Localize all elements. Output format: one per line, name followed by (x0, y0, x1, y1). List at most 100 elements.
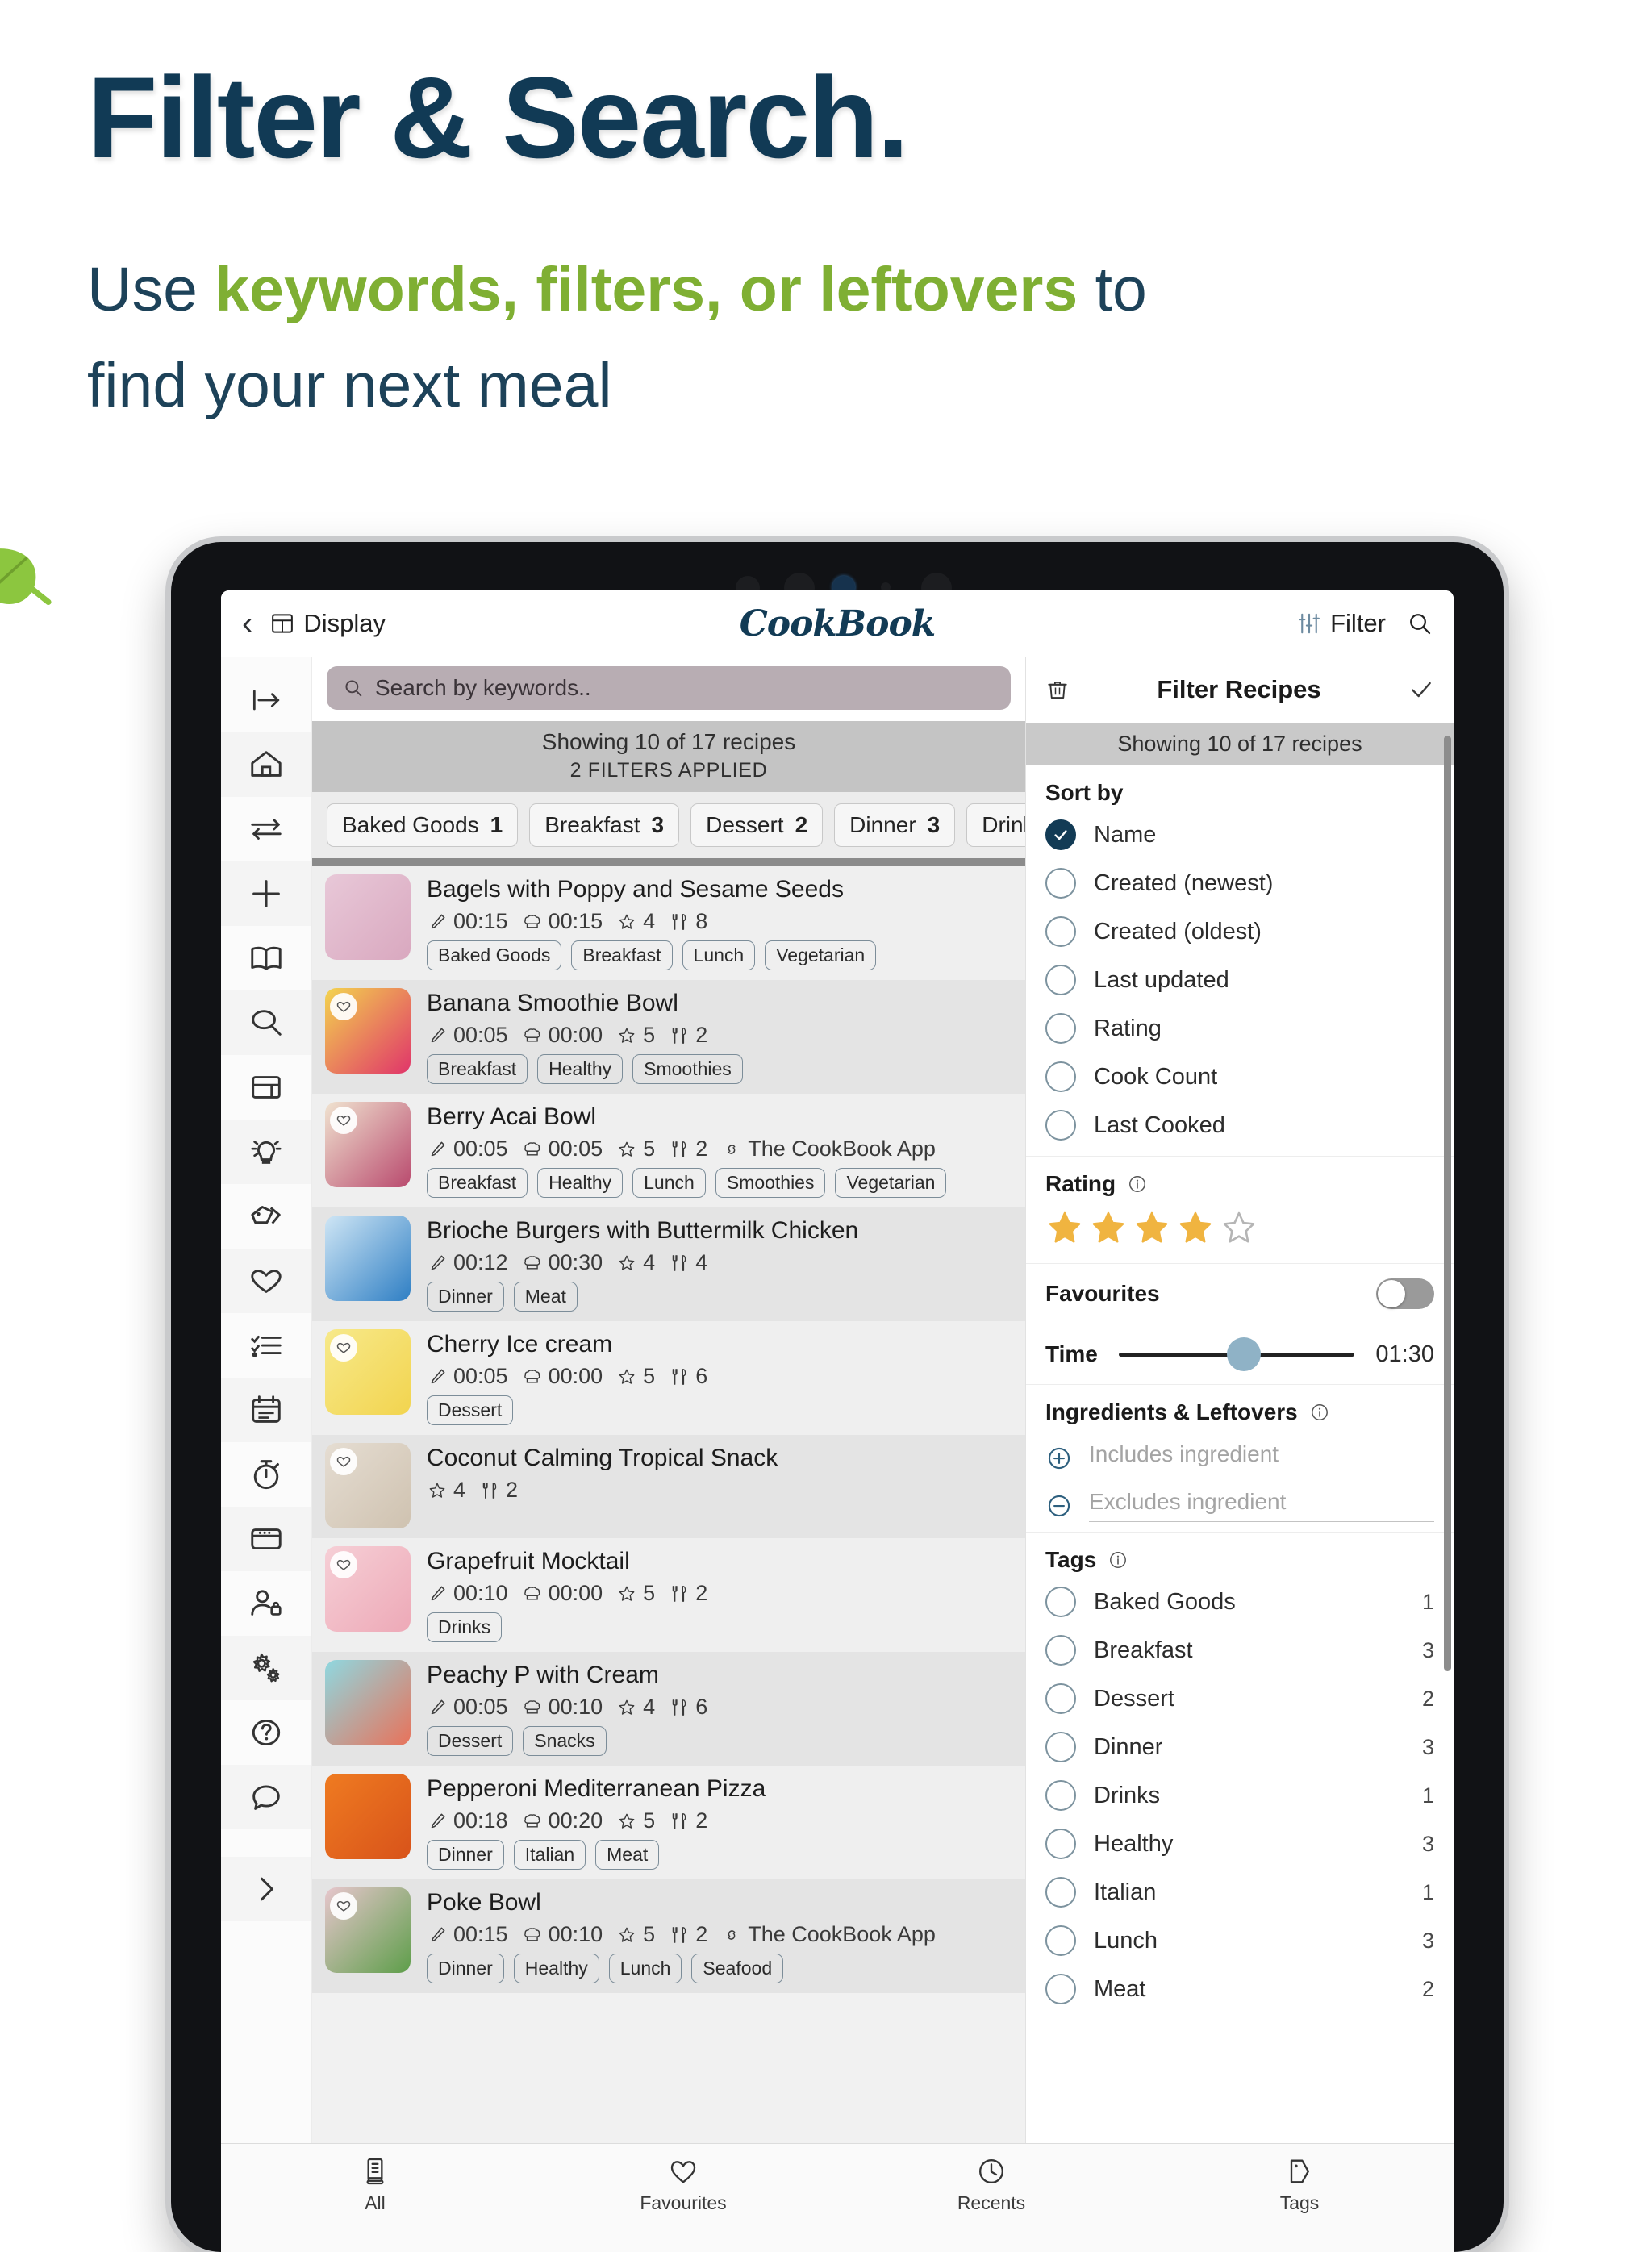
tag-radio[interactable] (1045, 1877, 1076, 1908)
tag-radio[interactable] (1045, 1732, 1076, 1762)
sidebar-item-search[interactable] (221, 990, 311, 1055)
sort-radio[interactable] (1045, 819, 1076, 850)
star-filled-icon[interactable] (1176, 1208, 1215, 1247)
sidebar-item-feedback[interactable] (221, 1765, 311, 1829)
recipe-tag[interactable]: Breakfast (427, 1054, 528, 1084)
trash-icon[interactable] (1045, 678, 1070, 702)
tag-filter-option[interactable]: Lunch 3 (1045, 1916, 1434, 1965)
tag-filter-option[interactable]: Breakfast 3 (1045, 1626, 1434, 1674)
sidebar-item-settings[interactable] (221, 1636, 311, 1700)
slider-knob[interactable] (1227, 1337, 1262, 1371)
star-outline-icon[interactable] (1220, 1208, 1258, 1247)
tag-filter-list[interactable]: Baked Goods 1 Breakfast 3 Dessert 2 Dinner 3 Dri… (1045, 1578, 1434, 2013)
recipe-tag[interactable]: Breakfast (571, 940, 673, 970)
sort-option[interactable]: Created (newest) (1045, 859, 1434, 907)
sidebar-item-timers[interactable] (221, 1442, 311, 1507)
tag-chip[interactable]: Dessert 2 (690, 803, 824, 847)
sort-radio[interactable] (1045, 916, 1076, 947)
recipe-tag[interactable]: Dinner (427, 1282, 504, 1312)
tag-radio[interactable] (1045, 1974, 1076, 2004)
recipe-row[interactable]: Poke Bowl 00:15 00:10 5 2 The CookBook App Din… (312, 1879, 1025, 1993)
tag-chip[interactable]: Dinner 3 (834, 803, 956, 847)
search-icon[interactable] (1407, 611, 1433, 636)
sidebar-item-collapse[interactable] (221, 668, 311, 732)
star-filled-icon[interactable] (1045, 1208, 1084, 1247)
sort-radio[interactable] (1045, 965, 1076, 995)
favourite-badge[interactable] (330, 1107, 357, 1134)
recipe-list[interactable]: Bagels with Poppy and Sesame Seeds 00:15 0… (312, 866, 1025, 2143)
recipe-tag[interactable]: Vegetarian (765, 940, 877, 970)
sort-option[interactable]: Name (1045, 811, 1434, 859)
display-button[interactable]: Display (270, 609, 386, 638)
sidebar-item-shopping-list[interactable] (221, 1313, 311, 1378)
recipe-tag[interactable]: Dinner (427, 1954, 504, 1983)
tag-chip[interactable]: Baked Goods 1 (327, 803, 519, 847)
sidebar-item-home[interactable] (221, 732, 311, 797)
tag-radio[interactable] (1045, 1587, 1076, 1617)
favourite-badge[interactable] (330, 993, 357, 1020)
sidebar-item-inspiration[interactable] (221, 1120, 311, 1184)
filter-button[interactable]: Filter (1297, 609, 1386, 638)
tag-filter-option[interactable]: Baked Goods 1 (1045, 1578, 1434, 1626)
tag-filter-option[interactable]: Drinks 1 (1045, 1771, 1434, 1820)
sidebar-item-help[interactable] (221, 1700, 311, 1765)
recipe-tag[interactable]: Healthy (513, 1954, 599, 1983)
recipe-tag[interactable]: Baked Goods (427, 940, 562, 970)
sidebar-item-transfer[interactable] (221, 797, 311, 861)
bottom-tabbar[interactable]: All Favourites Recents Tags (221, 2143, 1454, 2252)
recipe-row[interactable]: Coconut Calming Tropical Snack 4 2 (312, 1435, 1025, 1538)
star-filled-icon[interactable] (1089, 1208, 1128, 1247)
recipe-tag[interactable]: Dessert (427, 1395, 514, 1425)
recipe-tag[interactable]: Seafood (691, 1954, 784, 1983)
recipe-row[interactable]: Bagels with Poppy and Sesame Seeds 00:15 0… (312, 866, 1025, 980)
recipe-tag[interactable]: Snacks (523, 1726, 607, 1756)
check-icon[interactable] (1408, 677, 1434, 703)
recipe-row[interactable]: Berry Acai Bowl 00:05 00:05 5 2 The CookBook … (312, 1094, 1025, 1207)
favourite-badge[interactable] (330, 1551, 357, 1578)
recipe-row[interactable]: Grapefruit Mocktail 00:10 00:00 5 2 Drinks (312, 1538, 1025, 1652)
tag-filter-option[interactable]: Dessert 2 (1045, 1674, 1434, 1723)
favourites-toggle[interactable] (1376, 1278, 1434, 1309)
recipe-tag[interactable]: Healthy (537, 1168, 624, 1198)
recipe-row[interactable]: Cherry Ice cream 00:05 00:00 5 6 Dessert (312, 1321, 1025, 1435)
recipe-tag[interactable]: Italian (513, 1840, 586, 1870)
sidebar-item-meal-planner[interactable] (221, 1378, 311, 1442)
sort-radio[interactable] (1045, 1061, 1076, 1092)
recipe-tag[interactable]: Vegetarian (835, 1168, 947, 1198)
sort-radio[interactable] (1045, 1013, 1076, 1044)
recipe-tag[interactable]: Breakfast (427, 1168, 528, 1198)
favourite-badge[interactable] (330, 1334, 357, 1362)
tag-chip[interactable]: Breakfast 3 (529, 803, 680, 847)
tab-favourites[interactable]: Favourites (529, 2155, 837, 2214)
tag-radio[interactable] (1045, 1683, 1076, 1714)
recipe-tag[interactable]: Lunch (682, 940, 756, 970)
recipe-tag[interactable]: Smoothies (715, 1168, 826, 1198)
tag-chip-row[interactable]: Baked Goods 1 Breakfast 3 Dessert 2 Dinner 3 Dri… (312, 792, 1025, 866)
tag-filter-option[interactable]: Healthy 3 (1045, 1820, 1434, 1868)
sidebar-item-add[interactable] (221, 861, 311, 926)
sort-option[interactable]: Last Cooked (1045, 1101, 1434, 1149)
info-icon[interactable] (1309, 1402, 1330, 1423)
tag-filter-option[interactable]: Dinner 3 (1045, 1723, 1434, 1771)
tag-radio[interactable] (1045, 1635, 1076, 1666)
tag-radio[interactable] (1045, 1829, 1076, 1859)
sort-option[interactable]: Created (oldest) (1045, 907, 1434, 956)
chevron-left-icon[interactable]: ‹ (242, 607, 252, 640)
recipe-tag[interactable]: Healthy (537, 1054, 624, 1084)
info-icon[interactable] (1108, 1549, 1128, 1570)
recipe-row[interactable]: Peachy P with Cream 00:05 00:10 4 6 Dessert Sn… (312, 1652, 1025, 1766)
recipe-tag[interactable]: Meat (595, 1840, 660, 1870)
tag-filter-option[interactable]: Italian 1 (1045, 1868, 1434, 1916)
rating-stars[interactable] (1045, 1202, 1434, 1257)
tag-filter-option[interactable]: Meat 2 (1045, 1965, 1434, 2013)
sidebar-item-tags[interactable] (221, 1184, 311, 1249)
excludes-ingredient-input[interactable]: Excludes ingredient (1089, 1489, 1434, 1522)
sort-radio[interactable] (1045, 868, 1076, 899)
sort-option[interactable]: Rating (1045, 1004, 1434, 1053)
minus-circle-icon[interactable] (1045, 1492, 1073, 1520)
recipe-tag[interactable]: Dinner (427, 1840, 504, 1870)
recipe-row[interactable]: Pepperoni Mediterranean Pizza 00:18 00:20 5… (312, 1766, 1025, 1879)
recipe-tag[interactable]: Dessert (427, 1726, 514, 1756)
sort-option[interactable]: Cook Count (1045, 1053, 1434, 1101)
includes-ingredient-input[interactable]: Includes ingredient (1089, 1441, 1434, 1474)
